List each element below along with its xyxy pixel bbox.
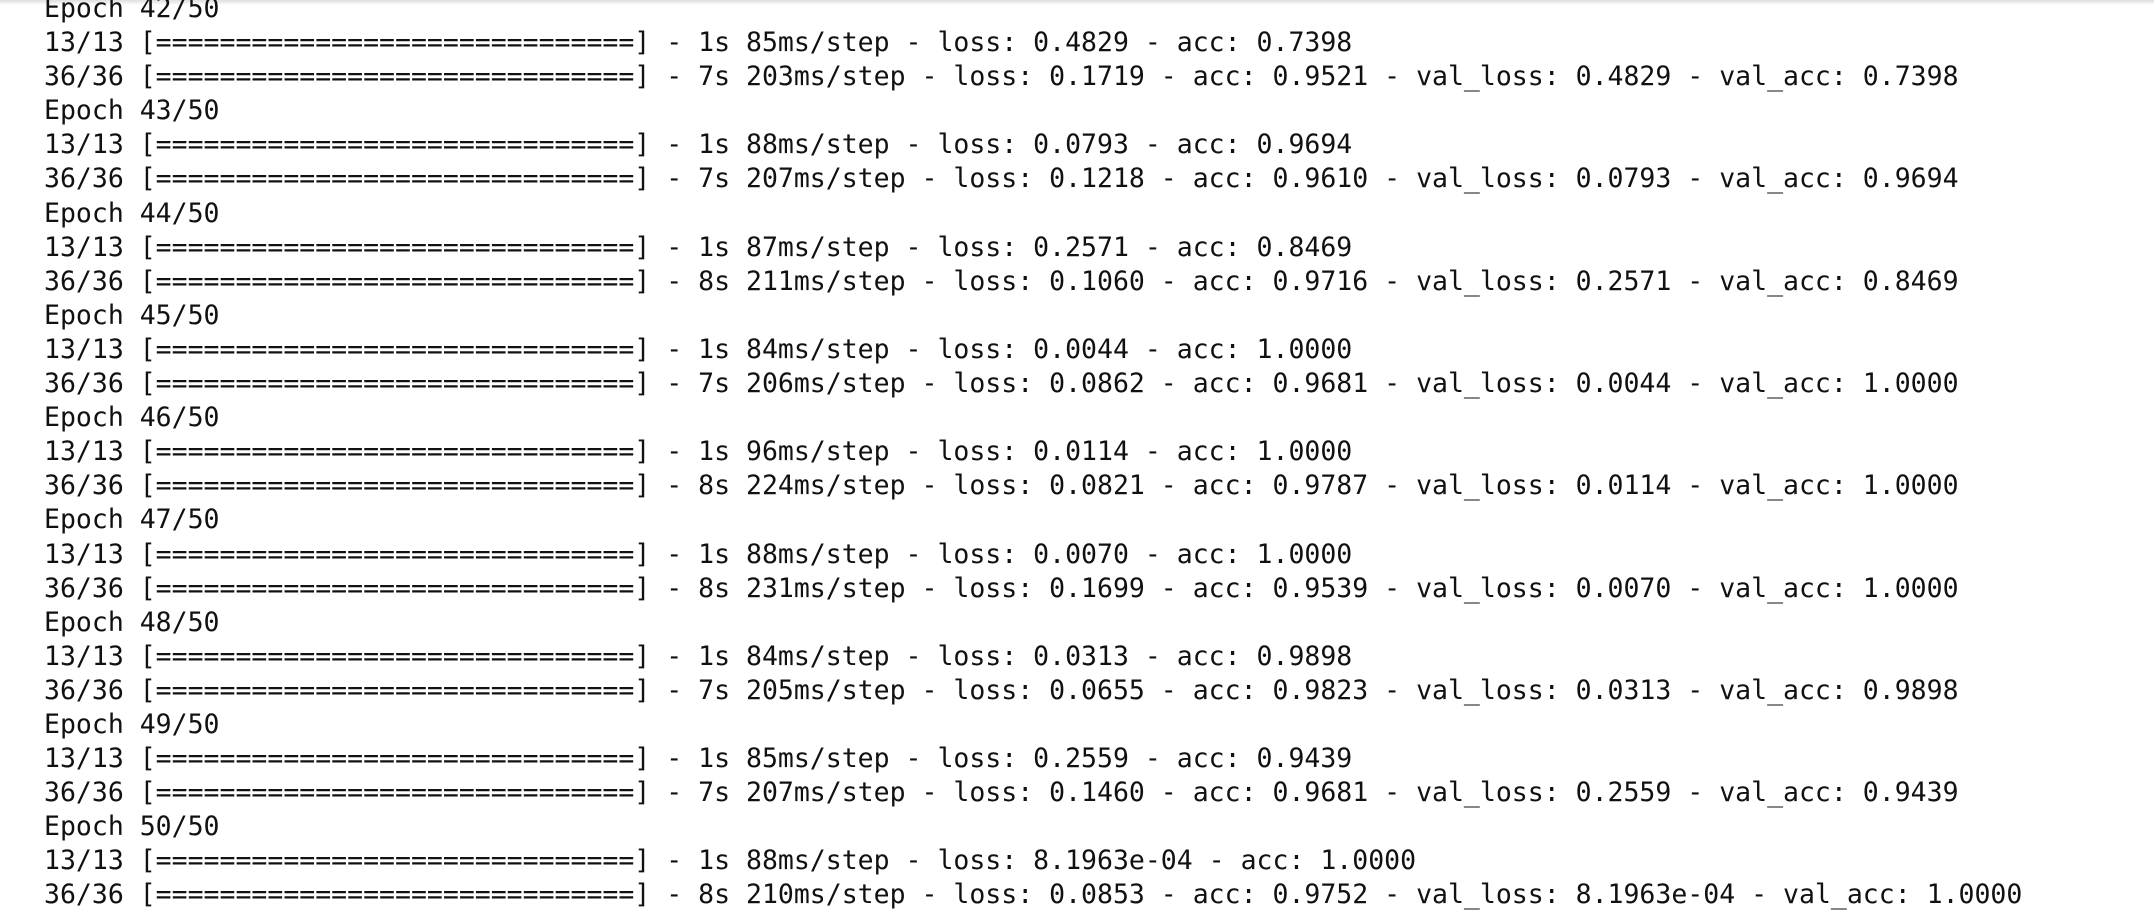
validation-progress-line: 13/13 [==============================] -… <box>44 27 1353 59</box>
validation-progress-line: 13/13 [==============================] -… <box>44 436 1353 468</box>
epoch-header: Epoch 49/50 <box>44 708 220 740</box>
training-progress-line: 36/36 [==============================] -… <box>44 777 1959 809</box>
training-progress-line: 36/36 [==============================] -… <box>44 265 1959 297</box>
validation-progress-line: 13/13 [==============================] -… <box>44 538 1353 570</box>
training-progress-line: 36/36 [==============================] -… <box>44 163 1959 195</box>
training-output-panel: Epoch 42/50 13/13 [=====================… <box>0 0 2154 920</box>
epoch-header: Epoch 43/50 <box>44 95 220 127</box>
validation-progress-line: 13/13 [==============================] -… <box>44 129 1353 161</box>
training-progress-line: 36/36 [==============================] -… <box>44 572 1959 604</box>
training-progress-line: 36/36 [==============================] -… <box>44 879 2023 911</box>
epoch-header: Epoch 50/50 <box>44 811 220 843</box>
training-progress-line: 36/36 [==============================] -… <box>44 61 1959 93</box>
training-progress-line: 36/36 [==============================] -… <box>44 674 1959 706</box>
training-log[interactable]: Epoch 42/50 13/13 [=====================… <box>44 0 2154 913</box>
epoch-header: Epoch 48/50 <box>44 606 220 638</box>
validation-progress-line: 13/13 [==============================] -… <box>44 231 1353 263</box>
validation-progress-line: 13/13 [==============================] -… <box>44 640 1353 672</box>
epoch-header: Epoch 44/50 <box>44 197 220 229</box>
validation-progress-line: 13/13 [==============================] -… <box>44 333 1353 365</box>
validation-progress-line: 13/13 [==============================] -… <box>44 743 1353 775</box>
epoch-header: Epoch 47/50 <box>44 504 220 536</box>
training-progress-line: 36/36 [==============================] -… <box>44 470 1959 502</box>
validation-progress-line: 13/13 [==============================] -… <box>44 845 1417 877</box>
epoch-header: Epoch 42/50 <box>44 0 220 24</box>
epoch-header: Epoch 45/50 <box>44 299 220 331</box>
epoch-header: Epoch 46/50 <box>44 402 220 434</box>
training-progress-line: 36/36 [==============================] -… <box>44 368 1959 400</box>
